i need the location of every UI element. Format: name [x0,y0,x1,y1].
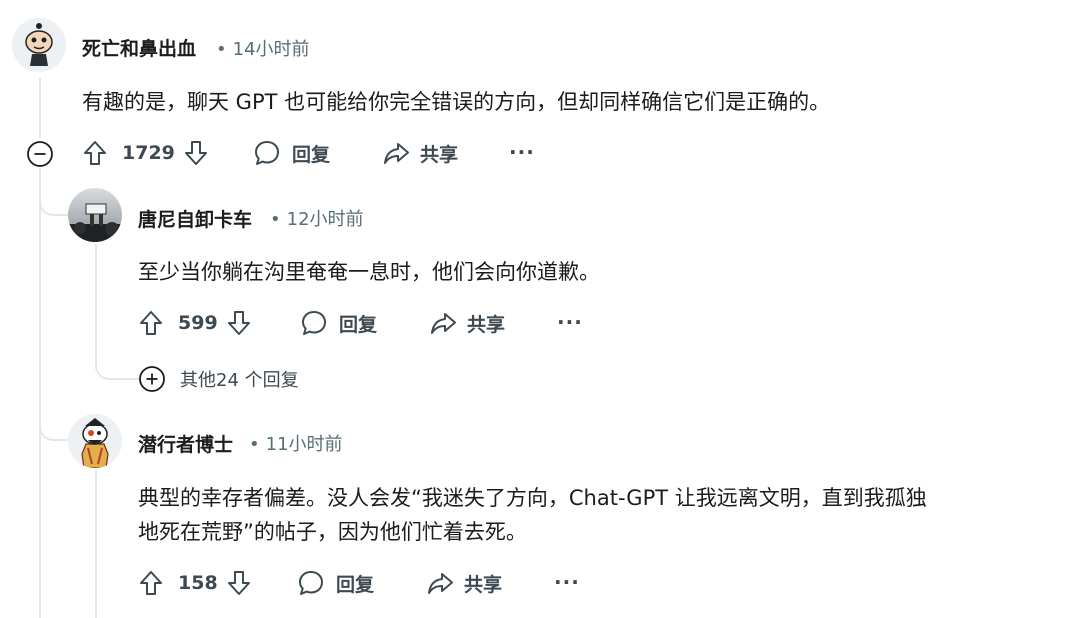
share-button[interactable]: 共享 [426,568,502,598]
comment-meta: • 11小时前 [245,430,343,456]
share-button[interactable]: 共享 [382,138,458,168]
share-label: 共享 [464,573,503,596]
thread-elbow-1 [39,168,71,216]
thread-line-reply-2 [95,470,97,618]
vote-count: 1729 [122,142,175,164]
share-label: 共享 [467,313,506,336]
comment-body: 至少当你躺在沟里奄奄一息时，他们会向你道歉。 [138,260,600,284]
reply-label: 回复 [339,313,378,336]
separator-dot: • [216,39,227,60]
comment-bubble-icon [300,309,328,337]
username[interactable]: 唐尼自卸卡车 [138,205,252,232]
share-arrow-icon [426,569,454,597]
thread-elbow-more [95,340,139,380]
reply-button[interactable]: 回复 [297,568,374,598]
separator-dot: • [270,209,281,230]
comment-body-line-2: 地死在荒野”的帖子，因为他们忙着去死。 [138,520,527,544]
vote-count: 158 [178,572,218,594]
downvote-icon[interactable] [183,139,209,167]
upvote-icon[interactable] [138,309,164,337]
thread-line-main [39,78,41,138]
share-label: 共享 [420,143,459,166]
downvote-icon[interactable] [226,569,252,597]
thread-elbow-2 [39,395,71,441]
photo-avatar-icon [68,188,122,242]
reply-label: 回复 [292,143,331,166]
comment-bubble-icon [297,569,325,597]
collapse-thread-button[interactable] [26,140,54,172]
share-button[interactable]: 共享 [429,308,505,338]
more-replies-link[interactable]: 其他24 个回复 [138,364,299,394]
user-avatar[interactable] [68,188,122,242]
more-options-button[interactable]: ··· [557,310,583,334]
comment-bubble-icon [253,139,281,167]
downvote-icon[interactable] [226,309,252,337]
timestamp: 12小时前 [286,209,364,230]
thread-line-reply-1 [95,244,97,354]
vote-controls: 1729 [82,138,209,168]
thread-line-main-lower [39,168,41,618]
timestamp: 11小时前 [265,434,343,455]
snoo-avatar-icon [68,414,122,468]
plus-circle-icon [138,365,166,393]
reply-button[interactable]: 回复 [300,308,377,338]
reply-button[interactable]: 回复 [253,138,330,168]
user-avatar[interactable] [68,414,122,468]
comment-body-line-1: 典型的幸存者偏差。没人会发“我迷失了方向，Chat-GPT 让我远离文明，直到我… [138,486,927,510]
reply-label: 回复 [336,573,375,596]
more-replies-label: 其他24 个回复 [180,370,299,391]
comment-meta: • 12小时前 [266,205,364,231]
separator-dot: • [249,434,260,455]
vote-controls: 158 [138,568,252,598]
comment-body: 有趣的是，聊天 GPT 也可能给你完全错误的方向，但却同样确信它们是正确的。 [82,90,831,114]
upvote-icon[interactable] [138,569,164,597]
snoo-avatar-icon [12,18,66,72]
comment-meta: • 14小时前 [212,35,310,61]
more-options-button[interactable]: ··· [509,140,535,164]
more-options-button[interactable]: ··· [554,570,580,594]
share-arrow-icon [382,139,410,167]
share-arrow-icon [429,309,457,337]
user-avatar[interactable] [12,18,66,72]
username[interactable]: 潜行者博士 [138,430,233,457]
upvote-icon[interactable] [82,139,108,167]
minus-circle-icon [27,141,53,167]
vote-controls: 599 [138,308,252,338]
username[interactable]: 死亡和鼻出血 [82,34,196,61]
timestamp: 14小时前 [232,39,310,60]
vote-count: 599 [178,312,218,334]
